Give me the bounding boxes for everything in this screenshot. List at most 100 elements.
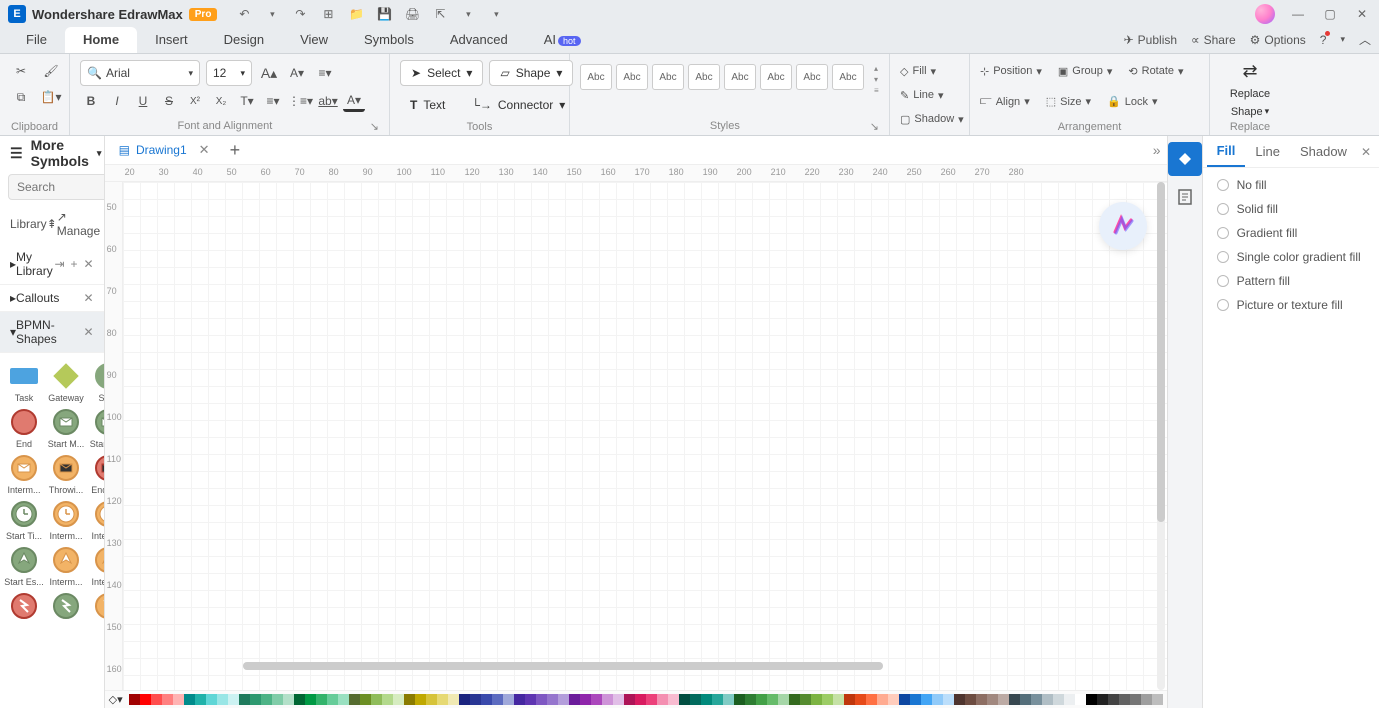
menu-insert[interactable]: Insert (137, 27, 206, 53)
shrink-font-icon[interactable]: A▾ (286, 62, 308, 84)
strike-icon[interactable]: S (158, 90, 180, 112)
color-swatch[interactable] (140, 694, 151, 705)
color-swatch[interactable] (1009, 694, 1020, 705)
undo-icon[interactable]: ↶ (235, 5, 253, 23)
drawing-tab[interactable]: ▤ Drawing1 ✕ (111, 139, 218, 161)
help-icon[interactable]: ? (1320, 33, 1327, 47)
shape-item[interactable]: Task (4, 361, 44, 403)
font-family-select[interactable]: 🔍 Arial▾ (80, 60, 200, 86)
size-menu[interactable]: ⬚Size▾ (1046, 91, 1091, 113)
user-avatar[interactable] (1255, 4, 1275, 24)
color-swatch[interactable] (1141, 694, 1152, 705)
color-swatch[interactable] (272, 694, 283, 705)
menu-ai[interactable]: AIhot (526, 27, 599, 53)
menu-file[interactable]: File (8, 27, 65, 53)
color-swatch[interactable] (1020, 694, 1031, 705)
color-swatch[interactable] (591, 694, 602, 705)
color-swatch[interactable] (1119, 694, 1130, 705)
color-swatch[interactable] (536, 694, 547, 705)
panel-tab-fill[interactable]: Fill (1207, 136, 1246, 167)
add-tab-button[interactable]: + (224, 140, 247, 161)
options-button[interactable]: ⚙Options (1250, 33, 1306, 47)
color-swatch[interactable] (723, 694, 734, 705)
cut-icon[interactable]: ✂ (10, 60, 32, 82)
color-swatch[interactable] (657, 694, 668, 705)
panel-tab-shadow[interactable]: Shadow (1290, 136, 1357, 167)
shape-item[interactable]: Interm... (46, 499, 86, 541)
color-swatch[interactable] (349, 694, 360, 705)
shape-item[interactable] (88, 591, 104, 623)
color-swatch[interactable] (877, 694, 888, 705)
color-swatch[interactable] (1075, 694, 1086, 705)
help-dropdown-icon[interactable]: ▾ (1340, 34, 1345, 45)
color-swatch[interactable] (151, 694, 162, 705)
style-preset[interactable]: Abc (616, 64, 648, 90)
color-swatch[interactable] (965, 694, 976, 705)
category-my-library[interactable]: ▸ My Library ⇥+✕ (0, 244, 104, 285)
color-swatch[interactable] (580, 694, 591, 705)
color-swatch[interactable] (547, 694, 558, 705)
color-swatch[interactable] (305, 694, 316, 705)
letter-case-icon[interactable]: T▾ (236, 90, 258, 112)
open-icon[interactable]: 📁 (347, 5, 365, 23)
shape-item[interactable]: Start M... (88, 407, 104, 449)
color-swatch[interactable] (613, 694, 624, 705)
manage-library-button[interactable]: ↗ Manage (57, 210, 100, 238)
color-swatch[interactable] (129, 694, 140, 705)
color-swatch[interactable] (415, 694, 426, 705)
color-swatch[interactable] (1042, 694, 1053, 705)
color-swatch[interactable] (1031, 694, 1042, 705)
line-spacing-icon[interactable]: ≡▾ (262, 90, 284, 112)
fill-option[interactable]: Pattern fill (1217, 274, 1365, 288)
category-callouts[interactable]: ▸ Callouts ✕ (0, 285, 104, 312)
color-swatch[interactable] (404, 694, 415, 705)
close-panel-icon[interactable]: ✕ (1357, 145, 1375, 159)
shape-item[interactable]: End M... (88, 453, 104, 495)
style-preset[interactable]: Abc (796, 64, 828, 90)
shape-item[interactable] (46, 591, 86, 623)
color-swatch[interactable] (261, 694, 272, 705)
text-highlight-icon[interactable]: ab▾ (317, 90, 339, 112)
color-swatch[interactable] (569, 694, 580, 705)
shape-item[interactable]: Start Es... (4, 545, 44, 587)
color-swatch[interactable] (899, 694, 910, 705)
color-swatch[interactable] (987, 694, 998, 705)
color-swatch[interactable] (162, 694, 173, 705)
gallery-up-icon[interactable]: ▴ (874, 64, 879, 73)
library-pin-icon[interactable]: ⇞ (47, 217, 57, 231)
color-swatch[interactable] (998, 694, 1009, 705)
replace-dropdown-icon[interactable]: ▾ (1265, 106, 1270, 118)
redo-icon[interactable]: ↷ (291, 5, 309, 23)
color-swatch[interactable] (789, 694, 800, 705)
color-swatch[interactable] (602, 694, 613, 705)
color-swatch[interactable] (371, 694, 382, 705)
color-swatch[interactable] (1097, 694, 1108, 705)
fill-option[interactable]: No fill (1217, 178, 1365, 192)
color-swatch[interactable] (393, 694, 404, 705)
color-swatch[interactable] (1108, 694, 1119, 705)
color-swatch[interactable] (690, 694, 701, 705)
color-swatch[interactable] (525, 694, 536, 705)
color-swatch[interactable] (767, 694, 778, 705)
style-preset[interactable]: Abc (580, 64, 612, 90)
shape-item[interactable]: Interm... (88, 545, 104, 587)
shadow-menu[interactable]: ▢Shadow▾ (900, 108, 959, 130)
remove-icon[interactable]: ✕ (84, 257, 94, 271)
color-swatch[interactable] (459, 694, 470, 705)
color-swatch[interactable] (1152, 694, 1163, 705)
export-icon[interactable]: ⇱ (431, 5, 449, 23)
italic-icon[interactable]: I (106, 90, 128, 112)
expand-panels-icon[interactable]: » (1153, 142, 1161, 158)
shape-item[interactable]: Start Ti... (4, 499, 44, 541)
color-swatch[interactable] (492, 694, 503, 705)
new-icon[interactable]: ⊞ (319, 5, 337, 23)
fill-menu[interactable]: ◇Fill▾ (900, 60, 959, 82)
underline-icon[interactable]: U (132, 90, 154, 112)
remove-icon[interactable]: ✕ (84, 291, 94, 305)
shape-item[interactable]: Gateway (46, 361, 86, 403)
fill-option[interactable]: Picture or texture fill (1217, 298, 1365, 312)
color-swatch[interactable] (250, 694, 261, 705)
line-menu[interactable]: ✎Line▾ (900, 84, 959, 106)
color-swatch[interactable] (635, 694, 646, 705)
color-swatch[interactable] (778, 694, 789, 705)
